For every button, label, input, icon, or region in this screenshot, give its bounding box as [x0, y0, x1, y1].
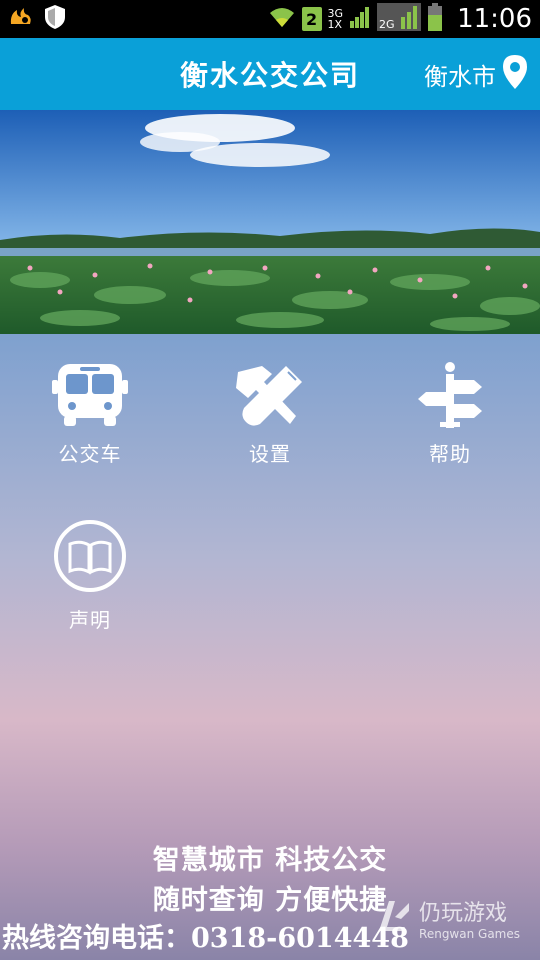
watermark: 仍玩游戏 Rengwan Games: [375, 895, 520, 941]
bus-icon: [30, 362, 150, 428]
menu-label-settings: 设置: [249, 442, 291, 466]
battery-icon: [427, 3, 443, 35]
page-title: 衡水公交公司: [179, 59, 360, 92]
signal-2g-icon: 2G: [377, 3, 422, 35]
city-selector[interactable]: 衡水市: [424, 54, 528, 94]
menu-label-bus: 公交车: [58, 442, 122, 466]
menu-item-bus[interactable]: 公交车: [30, 362, 150, 467]
sim-badge: 2: [301, 7, 322, 31]
location-pin-icon: [502, 54, 528, 94]
status-bar: 2 3G 1X 2G 11:06: [0, 0, 540, 38]
network-type: 3G 1X: [327, 7, 344, 31]
status-clock: 11:06: [457, 4, 532, 34]
menu-item-settings[interactable]: 设置: [210, 362, 330, 467]
watermark-name-cn: 仍玩游戏: [419, 901, 508, 926]
shield-icon: [44, 4, 66, 34]
app-header: 衡水公交公司 衡水市: [0, 38, 540, 110]
book-icon: [30, 518, 150, 594]
network-2g-label: 2G: [379, 18, 395, 31]
city-name: 衡水市: [424, 62, 496, 91]
menu-item-help[interactable]: 帮助: [390, 362, 510, 467]
uc-browser-icon: [8, 4, 34, 34]
banner-image: [0, 110, 540, 334]
rengwan-logo-icon: [375, 897, 413, 939]
menu-label-help: 帮助: [429, 442, 471, 466]
menu-label-statement: 声明: [69, 608, 111, 632]
watermark-name-en: Rengwan Games: [419, 927, 520, 941]
menu-item-statement[interactable]: 声明: [30, 518, 150, 633]
signpost-icon: [390, 362, 510, 428]
wifi-icon: [268, 5, 296, 33]
signal-icon: [349, 5, 371, 33]
slogan-line-1: 智慧城市 科技公交: [152, 845, 388, 876]
tools-icon: [210, 362, 330, 428]
hotline-text: 热线咨询电话：0318-6014448: [2, 923, 409, 954]
